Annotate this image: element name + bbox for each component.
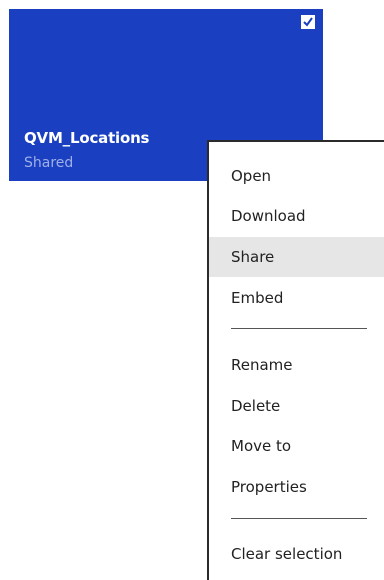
context-menu: Open Download Share Embed Rename Delete … (207, 140, 384, 580)
menu-item-embed[interactable]: Embed (209, 278, 384, 318)
menu-item-download[interactable]: Download (209, 196, 384, 236)
menu-item-clear-selection[interactable]: Clear selection (209, 534, 384, 574)
menu-item-move-to[interactable]: Move to (209, 426, 384, 466)
menu-item-share[interactable]: Share (209, 237, 384, 277)
tile-title: QVM_Locations (24, 129, 150, 147)
menu-item-rename[interactable]: Rename (209, 345, 384, 385)
menu-separator (231, 518, 367, 519)
tile-status: Shared (24, 155, 74, 171)
checkmark-icon (303, 17, 313, 27)
menu-item-properties[interactable]: Properties (209, 467, 384, 507)
selection-checkbox[interactable] (301, 15, 315, 29)
menu-item-open[interactable]: Open (209, 156, 384, 196)
menu-separator (231, 328, 367, 329)
menu-item-delete[interactable]: Delete (209, 386, 384, 426)
